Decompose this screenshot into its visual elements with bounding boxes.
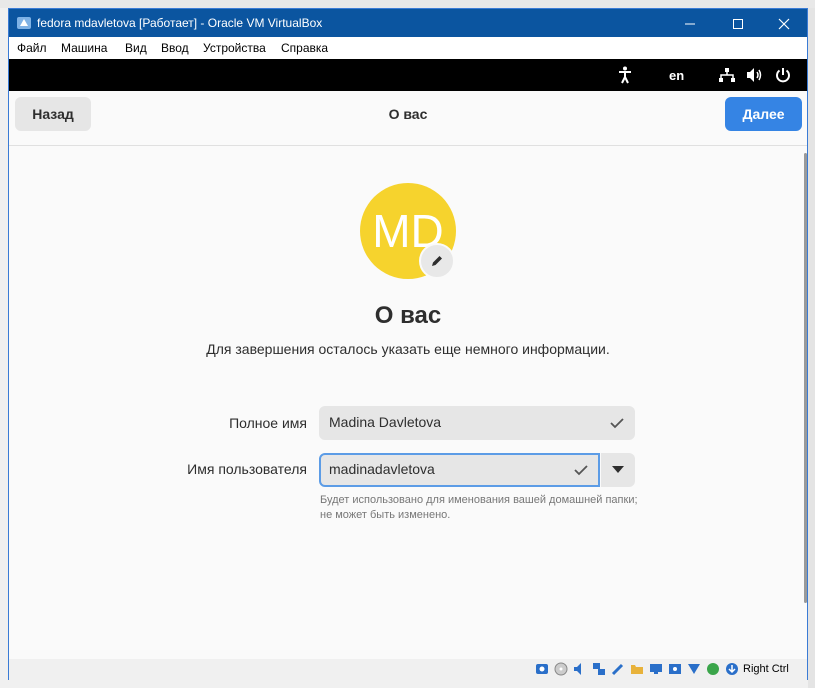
full-name-value: Madina Davletova <box>329 414 442 430</box>
username-label: Имя пользователя <box>187 461 307 477</box>
scrollbar[interactable] <box>804 153 807 603</box>
chevron-down-icon <box>612 466 624 473</box>
username-value: madinadavletova <box>329 461 435 477</box>
network-adapter-icon[interactable] <box>592 662 606 676</box>
network-icon[interactable] <box>718 67 736 83</box>
host-key-label: Right Ctrl <box>743 663 789 675</box>
close-icon <box>778 18 790 30</box>
shared-folders-icon[interactable] <box>630 662 644 676</box>
header-title: О вас <box>388 106 428 122</box>
keyboard-capture-icon[interactable] <box>725 662 739 676</box>
menu-view[interactable]: Вид <box>125 41 147 55</box>
username-hint: Будет использовано для именования вашей … <box>320 494 638 521</box>
hard-disk-icon[interactable] <box>535 662 549 676</box>
edit-avatar-button[interactable] <box>419 243 455 279</box>
guest-additions-icon[interactable] <box>706 662 720 676</box>
menu-file[interactable]: Файл <box>17 41 47 55</box>
username-dropdown-button[interactable] <box>601 453 635 487</box>
minimize-icon <box>685 23 695 25</box>
window-titlebar[interactable]: fedora mdavletova [Работает] - Oracle VM… <box>9 9 807 37</box>
volume-icon[interactable] <box>746 67 764 83</box>
maximize-icon <box>733 19 743 30</box>
menu-devices[interactable]: Устройства <box>203 41 266 55</box>
power-icon[interactable] <box>775 67 791 83</box>
display-icon[interactable] <box>649 662 663 676</box>
vm-display: Назад О вас Далее MD О вас Для завершени… <box>9 91 807 659</box>
gnome-top-bar: en <box>9 59 807 91</box>
cpu-icon[interactable] <box>687 662 701 676</box>
menu-help[interactable]: Справка <box>281 41 328 55</box>
language-indicator[interactable]: en <box>669 68 684 83</box>
username-field[interactable]: madinadavletova <box>319 453 600 487</box>
window-title: fedora mdavletova [Работает] - Oracle VM… <box>37 16 323 30</box>
host-desktop-strip <box>0 0 815 8</box>
check-icon <box>610 418 624 429</box>
close-button[interactable] <box>761 9 807 37</box>
next-button[interactable]: Далее <box>725 97 802 131</box>
page-title: О вас <box>374 302 442 329</box>
menubar: Файл Машина Вид Ввод Устройства Справка <box>9 37 807 59</box>
check-icon <box>574 465 588 476</box>
maximize-button[interactable] <box>715 9 761 37</box>
virtualbox-window: fedora mdavletova [Работает] - Oracle VM… <box>8 8 808 680</box>
pencil-icon <box>432 256 442 266</box>
menu-input[interactable]: Ввод <box>161 41 189 55</box>
virtualbox-icon <box>17 17 31 29</box>
optical-drive-icon[interactable] <box>554 662 568 676</box>
minimize-button[interactable] <box>667 9 713 37</box>
virtualbox-statusbar: Right Ctrl <box>9 659 807 680</box>
audio-icon[interactable] <box>573 662 587 676</box>
menu-machine[interactable]: Машина <box>61 41 107 55</box>
usb-icon[interactable] <box>611 662 625 676</box>
recording-icon[interactable] <box>668 662 682 676</box>
accessibility-icon[interactable] <box>617 66 633 84</box>
full-name-field[interactable]: Madina Davletova <box>319 406 635 440</box>
full-name-label: Полное имя <box>229 415 307 431</box>
host-desktop-edge <box>808 8 815 688</box>
setup-headerbar: Назад О вас Далее <box>9 91 807 146</box>
page-subtitle: Для завершения осталось указать еще немн… <box>206 341 610 357</box>
